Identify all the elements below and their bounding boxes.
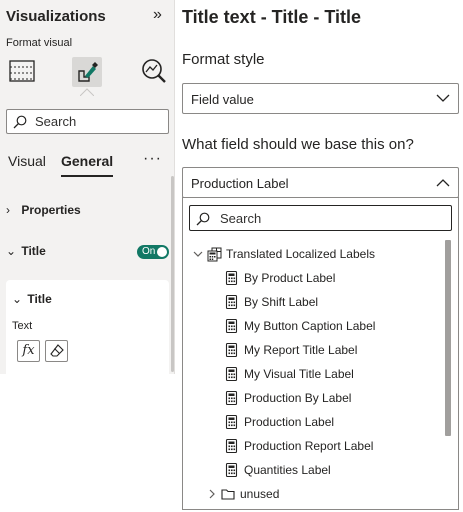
tree-item-label: Production By Label bbox=[244, 391, 352, 405]
fx-button[interactable]: fx bbox=[17, 340, 40, 362]
measure-calculator-icon bbox=[223, 366, 241, 382]
measure-calculator-icon bbox=[223, 462, 241, 478]
folder-icon bbox=[219, 487, 237, 502]
chevron-right-icon: › bbox=[6, 203, 10, 217]
chevron-down-icon bbox=[436, 94, 450, 102]
section-properties[interactable]: › Properties bbox=[6, 203, 81, 217]
tree-chevron-slot bbox=[205, 489, 219, 499]
chevron-right-icon[interactable] bbox=[207, 489, 217, 499]
eraser-icon bbox=[49, 344, 64, 357]
field-question-label: What field should we base this on? bbox=[182, 136, 414, 153]
chevron-up-icon bbox=[436, 179, 450, 187]
tree-measure-item[interactable]: Production By Label bbox=[209, 388, 351, 408]
tree-item-label: Production Report Label bbox=[244, 439, 374, 453]
text-label: Text bbox=[12, 320, 33, 332]
tree-chevron-slot bbox=[191, 249, 205, 259]
section-title[interactable]: ⌄ Title bbox=[6, 244, 46, 258]
visualizations-pane: Visualizations » Format visual Search Vi… bbox=[0, 0, 175, 374]
measure-calculator-icon bbox=[223, 342, 241, 358]
tree-measure-item[interactable]: My Button Caption Label bbox=[209, 316, 375, 336]
pane-title: Visualizations bbox=[6, 8, 106, 25]
search-icon bbox=[196, 212, 210, 226]
format-visual-label: Format visual bbox=[6, 37, 73, 49]
pane-scrollbar[interactable] bbox=[171, 176, 174, 372]
analytics-icon[interactable] bbox=[140, 57, 168, 90]
tree-item-label: Quantities Label bbox=[244, 463, 331, 477]
selected-caret-icon bbox=[80, 88, 94, 96]
tree-measure-item[interactable]: My Report Title Label bbox=[209, 340, 357, 360]
measure-calculator-icon bbox=[223, 318, 241, 334]
format-style-label: Format style bbox=[182, 51, 265, 68]
tab-visual[interactable]: Visual bbox=[8, 153, 46, 169]
measure-calculator-icon bbox=[223, 390, 241, 406]
field-dropdown[interactable]: Production Label bbox=[182, 167, 459, 198]
tree-measure-item[interactable]: Quantities Label bbox=[209, 460, 331, 480]
card-title[interactable]: ⌄ Title bbox=[12, 292, 52, 306]
chevron-down-icon: ⌄ bbox=[6, 244, 17, 258]
format-style-dropdown[interactable]: Field value bbox=[182, 83, 459, 114]
toggle-knob bbox=[157, 247, 167, 257]
measure-calculator-icon bbox=[223, 414, 241, 430]
field-value: Production Label bbox=[191, 176, 289, 191]
measure-calculator-icon bbox=[223, 270, 241, 286]
toggle-label: On bbox=[142, 246, 156, 257]
tree-item-label: My Button Caption Label bbox=[244, 319, 376, 333]
collapse-pane-icon[interactable]: » bbox=[153, 6, 162, 24]
more-options-icon[interactable]: ··· bbox=[143, 150, 162, 168]
dropdown-search-input[interactable] bbox=[218, 210, 446, 227]
measure-calculator-icon bbox=[223, 438, 241, 454]
build-visual-icon[interactable] bbox=[8, 57, 36, 90]
tree-measure-item[interactable]: By Product Label bbox=[209, 268, 335, 288]
page-title: Title text - Title - Title bbox=[182, 7, 362, 27]
section-title-label: Title bbox=[21, 244, 46, 258]
tree-measure-item[interactable]: Production Label bbox=[209, 412, 334, 432]
tree-item-label: My Report Title Label bbox=[244, 343, 358, 357]
tree-item-label: unused bbox=[240, 487, 280, 501]
dropdown-search-box[interactable] bbox=[189, 205, 452, 231]
tree-table-node[interactable]: Translated Localized Labels bbox=[191, 244, 375, 264]
chevron-down-icon[interactable] bbox=[193, 249, 203, 259]
table-icon bbox=[205, 247, 223, 262]
tree-item-label: By Shift Label bbox=[244, 295, 319, 309]
title-card: ⌄ Title Text fx bbox=[6, 280, 169, 374]
section-properties-label: Properties bbox=[21, 203, 81, 217]
tree-item-label: Production Label bbox=[244, 415, 335, 429]
pane-search-box[interactable] bbox=[6, 109, 169, 134]
eraser-button[interactable] bbox=[45, 340, 68, 362]
dropdown-scrollbar[interactable] bbox=[445, 240, 451, 436]
search-icon bbox=[13, 115, 27, 129]
active-tab-underline bbox=[61, 175, 113, 177]
pane-search-input[interactable] bbox=[33, 113, 163, 130]
tree-item-label: Translated Localized Labels bbox=[226, 247, 375, 261]
tab-general[interactable]: General bbox=[61, 153, 113, 169]
tree-folder-node[interactable]: unused bbox=[205, 484, 279, 504]
field-dropdown-list: Translated Localized Labels By Product La… bbox=[182, 197, 459, 510]
format-style-value: Field value bbox=[191, 92, 254, 107]
tree-item-label: By Product Label bbox=[244, 271, 336, 285]
tree-measure-item[interactable]: My Visual Title Label bbox=[209, 364, 354, 384]
chevron-down-icon: ⌄ bbox=[12, 292, 23, 306]
title-toggle[interactable]: On bbox=[137, 245, 169, 259]
tree-measure-item[interactable]: By Shift Label bbox=[209, 292, 318, 312]
tree-measure-item[interactable]: Production Report Label bbox=[209, 436, 373, 456]
card-title-label: Title bbox=[27, 292, 52, 306]
tree-item-label: My Visual Title Label bbox=[244, 367, 354, 381]
measure-calculator-icon bbox=[223, 294, 241, 310]
format-visual-icon[interactable] bbox=[72, 57, 102, 87]
